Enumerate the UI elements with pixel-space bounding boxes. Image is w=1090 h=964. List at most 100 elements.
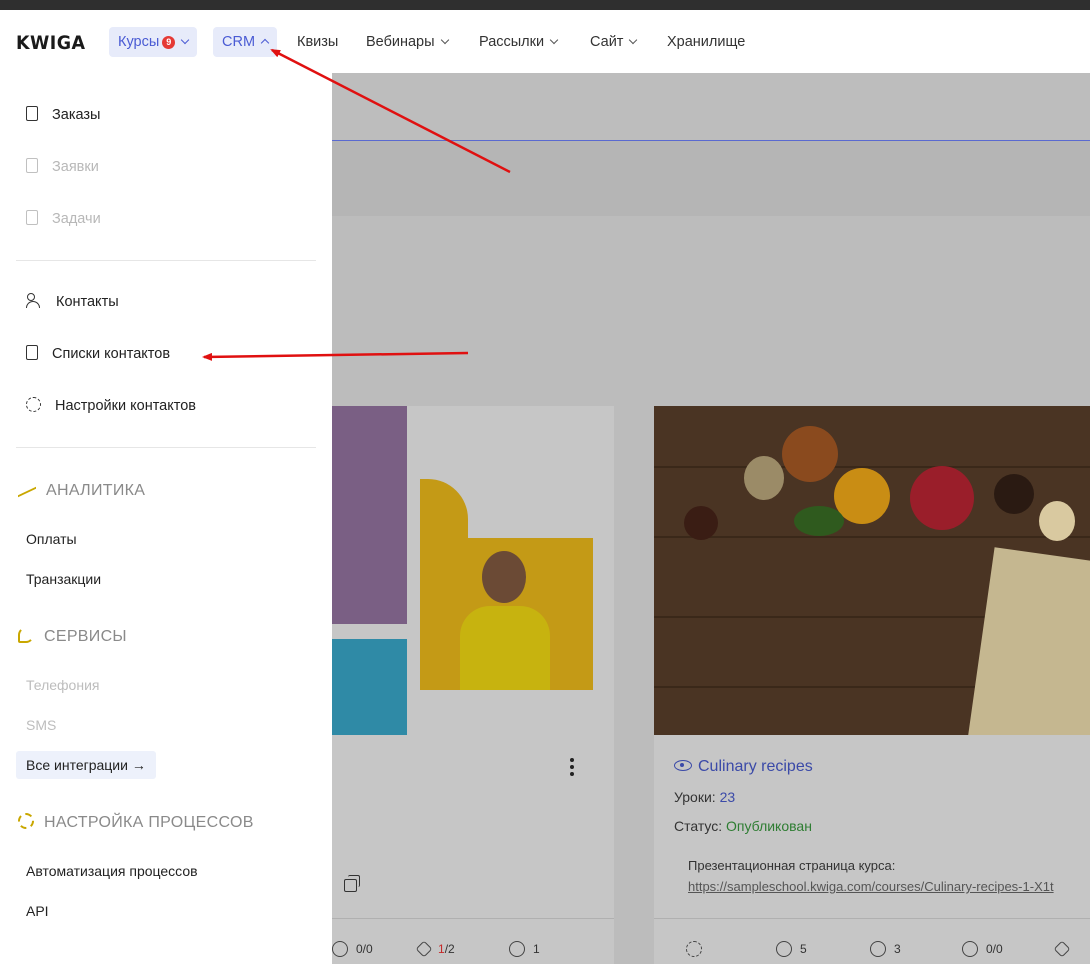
nav-webinars[interactable]: Вебинары <box>357 27 457 57</box>
key-icon <box>870 941 886 957</box>
section-title: АНАЛИТИКА <box>46 482 146 499</box>
modules-stat <box>1053 940 1076 958</box>
nav-crm[interactable]: CRM <box>213 27 278 57</box>
keys-stat: 3 <box>870 941 901 958</box>
section-title: НАСТРОЙКА ПРОЦЕССОВ <box>44 814 254 831</box>
nav-site-label: Сайт <box>590 34 624 50</box>
all-integrations-button[interactable]: Все интеграции → <box>16 751 156 779</box>
courses-count-badge: 9 <box>162 36 176 49</box>
menu-item-sms: SMS <box>26 717 57 733</box>
section-title: СЕРВИСЫ <box>44 628 127 645</box>
nav-courses-label: Курсы <box>118 34 160 50</box>
course-cover-image <box>332 639 407 735</box>
menu-item-transactions[interactable]: Транзакции <box>26 569 101 589</box>
cube-icon <box>1053 940 1071 958</box>
keys-value: 3 <box>894 942 901 957</box>
menu-item-label: Заявки <box>52 159 99 175</box>
students-value: 5 <box>800 942 807 957</box>
crm-dropdown-menu: Заказы Заявки Задачи Контакты Списки кон… <box>0 73 332 964</box>
comment-icon <box>332 941 348 957</box>
lessons-label: Уроки: <box>674 789 716 805</box>
comments-stat: 0/0 <box>962 941 1003 958</box>
menu-item-orders[interactable]: Заказы <box>26 104 100 126</box>
dollar-icon <box>509 941 525 957</box>
menu-divider <box>16 260 316 261</box>
modules-stat: 1/2 <box>415 940 455 958</box>
students-stat: 5 <box>776 941 807 958</box>
modules-value: 1 <box>438 942 445 956</box>
nav-storage-label: Хранилище <box>667 34 746 50</box>
menu-divider <box>16 447 316 448</box>
menu-item-process-automation[interactable]: Автоматизация процессов <box>26 861 198 881</box>
lessons-row: Уроки: 23 <box>674 789 735 805</box>
users-icon <box>26 293 42 309</box>
top-navigation-bar: KWIGA Курсы 9 CRM Квизы Вебинары Рассылки… <box>0 10 1090 73</box>
more-options-icon[interactable] <box>570 758 574 779</box>
chevron-down-icon <box>549 35 559 45</box>
course-card[interactable]: 0/0 1/2 1 <box>332 406 614 964</box>
cover-person-head <box>482 551 526 603</box>
status-row: Статус: Опубликован <box>674 818 812 834</box>
payments-value: 1 <box>533 942 540 957</box>
menu-item-label: Задачи <box>52 211 101 227</box>
copy-icon[interactable] <box>344 875 360 892</box>
course-title: Culinary recipes <box>698 758 813 775</box>
settings-stat[interactable] <box>686 941 710 958</box>
section-services: СЕРВИСЫ <box>18 625 127 649</box>
card-divider <box>332 918 614 919</box>
chevron-down-icon <box>440 35 449 45</box>
document-icon <box>26 209 38 225</box>
menu-item-api[interactable]: API <box>26 901 49 921</box>
nav-quizzes[interactable]: Квизы <box>288 27 347 57</box>
page-header-area <box>332 73 1090 140</box>
trending-up-icon <box>18 480 36 498</box>
comments-stat: 0/0 <box>332 941 373 958</box>
lessons-value: 23 <box>719 789 736 805</box>
nav-site[interactable]: Сайт <box>581 27 645 57</box>
chevron-up-icon <box>260 38 270 48</box>
document-plus-icon <box>26 157 38 173</box>
menu-item-label: Контакты <box>56 294 119 310</box>
course-card[interactable]: Culinary recipes Уроки: 23 Статус: Опубл… <box>654 406 1090 964</box>
menu-item-label: Списки контактов <box>52 346 171 362</box>
kwiga-logo[interactable]: KWIGA <box>16 32 86 54</box>
course-cover-shape <box>420 479 468 539</box>
page-toolbar-area <box>332 141 1090 216</box>
course-title-link[interactable]: Culinary recipes <box>674 758 813 776</box>
course-cover-image <box>332 406 407 624</box>
comments-value: 0/0 <box>356 942 373 957</box>
menu-item-telephony: Телефония <box>26 677 100 693</box>
eye-icon <box>674 760 692 771</box>
document-check-icon <box>26 105 38 121</box>
promo-page-link[interactable]: https://sampleschool.kwiga.com/courses/C… <box>688 879 1078 894</box>
nav-mailings-label: Рассылки <box>479 34 545 50</box>
menu-item-contacts[interactable]: Контакты <box>26 291 119 313</box>
menu-item-label: Настройки контактов <box>55 398 196 414</box>
menu-item-contact-lists[interactable]: Списки контактов <box>26 343 170 365</box>
users-icon <box>776 941 792 957</box>
menu-item-contact-settings[interactable]: Настройки контактов <box>26 395 196 417</box>
nav-storage[interactable]: Хранилище <box>658 27 754 57</box>
document-list-icon <box>26 344 38 360</box>
menu-item-requests: Заявки <box>26 156 99 178</box>
card-divider <box>654 918 1090 919</box>
gear-icon <box>26 396 41 412</box>
modules-total: /2 <box>444 942 455 956</box>
chevron-down-icon <box>181 35 190 45</box>
cog-icon <box>18 812 34 829</box>
nav-courses[interactable]: Курсы 9 <box>109 27 198 57</box>
section-process-settings: НАСТРОЙКА ПРОЦЕССОВ <box>18 811 254 835</box>
nav-webinars-label: Вебинары <box>366 34 435 50</box>
course-cover-image <box>654 406 1090 735</box>
nav-crm-label: CRM <box>222 34 256 50</box>
status-label: Статус: <box>674 818 723 834</box>
comment-icon <box>962 941 978 957</box>
menu-item-tasks: Задачи <box>26 208 101 230</box>
section-analytics: АНАЛИТИКА <box>18 479 145 503</box>
nav-quizzes-label: Квизы <box>297 34 339 50</box>
cube-icon <box>415 940 433 958</box>
comments-value: 0/0 <box>986 942 1003 957</box>
gear-icon <box>686 941 702 957</box>
menu-item-payments[interactable]: Оплаты <box>26 529 77 549</box>
nav-mailings[interactable]: Рассылки <box>470 27 566 57</box>
